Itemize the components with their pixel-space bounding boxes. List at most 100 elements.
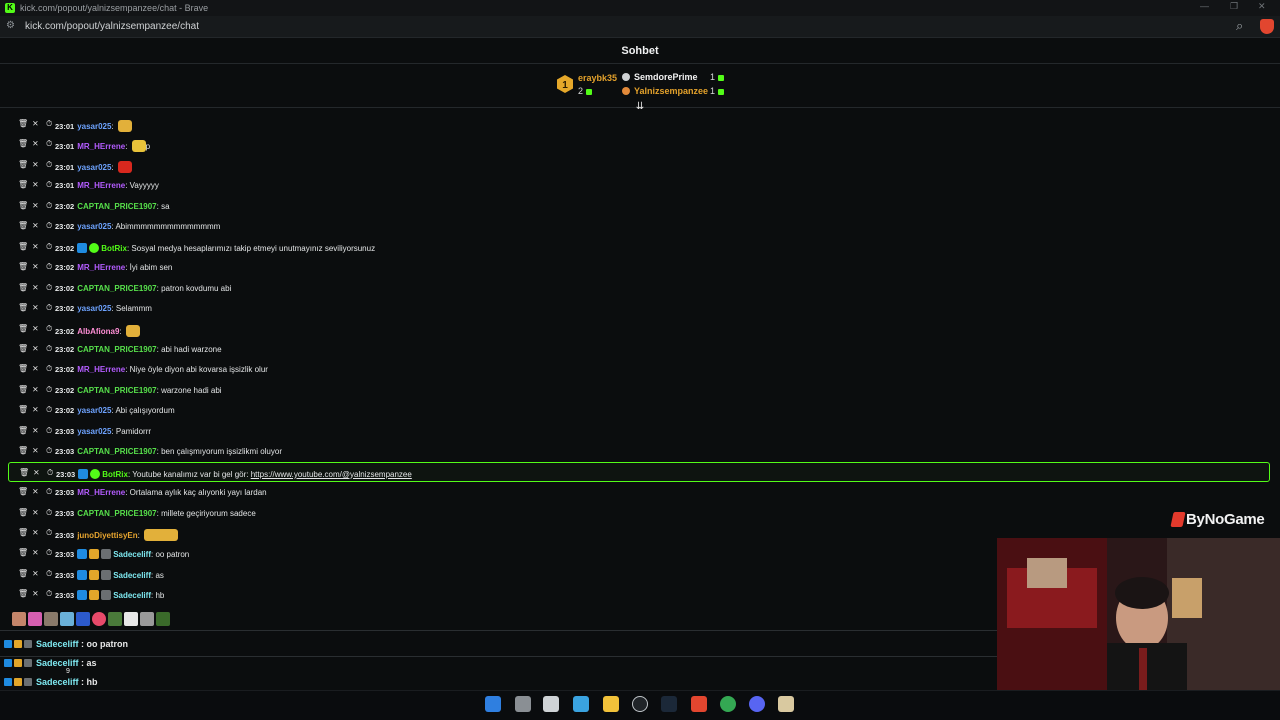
timeout-icon[interactable]: ⏱ xyxy=(46,324,52,334)
leaderboard-row-2[interactable]: SemdorePrime xyxy=(622,72,698,82)
chat-message[interactable]: 🗑 ⨯ ⏱ 23:03 yasar025: Pamidorrr xyxy=(8,421,1270,441)
chat-message[interactable]: 🗑 ⨯ ⏱ 23:03 BotRix: Youtube kanalımız var bi… xyxy=(8,461,1270,482)
delete-icon[interactable]: 🗑 xyxy=(18,180,28,190)
message-username[interactable]: CAPTAN_PRICE1907 xyxy=(77,284,156,293)
ban-icon[interactable]: ⨯ xyxy=(32,221,39,231)
obs-icon[interactable] xyxy=(632,696,648,712)
delete-icon[interactable]: 🗑 xyxy=(18,201,28,211)
chat-message[interactable]: 🗑 ⨯ ⏱ 23:02 yasar025: Abimmmmmmmmmmmmmm xyxy=(8,216,1270,236)
ban-icon[interactable]: ⨯ xyxy=(32,446,39,456)
message-username[interactable]: Sadeceliff xyxy=(113,591,151,600)
delete-icon[interactable]: 🗑 xyxy=(19,468,29,478)
chat-message[interactable]: 🗑 ⨯ ⏱ 23:03 CAPTAN_PRICE1907: ben çalışmıyor… xyxy=(8,441,1270,461)
emote-icon[interactable] xyxy=(44,612,58,626)
delete-icon[interactable]: 🗑 xyxy=(18,283,28,293)
ban-icon[interactable]: ⨯ xyxy=(32,405,39,415)
timeout-icon[interactable]: ⏱ xyxy=(46,446,52,456)
minimize-icon[interactable]: — xyxy=(1200,1,1209,11)
message-username[interactable]: CAPTAN_PRICE1907 xyxy=(77,509,156,518)
ban-icon[interactable]: ⨯ xyxy=(32,385,39,395)
message-link[interactable]: https://www.youtube.com/@yalnizsempanzee xyxy=(251,470,412,479)
emote-icon[interactable] xyxy=(140,612,154,626)
windows-start-icon[interactable] xyxy=(485,696,501,712)
chat-message[interactable]: 🗑 ⨯ ⏱ 23:01 MR_HErrene: p xyxy=(8,134,1270,154)
timeout-icon[interactable]: ⏱ xyxy=(46,528,52,538)
timeout-icon[interactable]: ⏱ xyxy=(46,548,52,558)
delete-icon[interactable]: 🗑 xyxy=(18,487,28,497)
delete-icon[interactable]: 🗑 xyxy=(18,324,28,334)
brave-icon[interactable] xyxy=(691,696,707,712)
timeout-icon[interactable]: ⏱ xyxy=(46,426,52,436)
timeout-icon[interactable]: ⏱ xyxy=(46,119,52,129)
message-username[interactable]: yasar025 xyxy=(77,406,111,415)
delete-icon[interactable]: 🗑 xyxy=(18,508,28,518)
ban-icon[interactable]: ⨯ xyxy=(32,364,39,374)
message-username[interactable]: MR_HErrene xyxy=(77,263,125,272)
timeout-icon[interactable]: ⏱ xyxy=(46,364,52,374)
delete-icon[interactable]: 🗑 xyxy=(18,119,28,129)
delete-icon[interactable]: 🗑 xyxy=(18,364,28,374)
message-username[interactable]: BotRix xyxy=(101,244,127,253)
ban-icon[interactable]: ⨯ xyxy=(32,548,39,558)
message-username[interactable]: MR_HErrene xyxy=(77,142,125,151)
url-text[interactable]: kick.com/popout/yalnizsempanzee/chat xyxy=(25,21,199,32)
message-username[interactable]: yasar025 xyxy=(77,122,111,131)
ban-icon[interactable]: ⨯ xyxy=(32,303,39,313)
app-icon[interactable] xyxy=(543,696,559,712)
message-username[interactable]: BotRix xyxy=(102,470,128,479)
ban-icon[interactable]: ⨯ xyxy=(32,262,39,272)
timeout-icon[interactable]: ⏱ xyxy=(46,405,52,415)
ban-icon[interactable]: ⨯ xyxy=(32,344,39,354)
chat-message[interactable]: 🗑 ⨯ ⏱ 23:03 CAPTAN_PRICE1907: millete geçiri… xyxy=(8,503,1270,523)
delete-icon[interactable]: 🗑 xyxy=(18,160,28,170)
ban-icon[interactable]: ⨯ xyxy=(32,569,39,579)
task-view-icon[interactable] xyxy=(515,696,531,712)
message-username[interactable]: CAPTAN_PRICE1907 xyxy=(77,345,156,354)
file-explorer-icon[interactable] xyxy=(603,696,619,712)
app-icon[interactable] xyxy=(778,696,794,712)
chat-message[interactable]: 🗑 ⨯ ⏱ 23:02 CAPTAN_PRICE1907: warzone hadi a… xyxy=(8,380,1270,400)
message-username[interactable]: yasar025 xyxy=(77,304,111,313)
timeout-icon[interactable]: ⏱ xyxy=(46,221,52,231)
search-icon[interactable]: ⌕ xyxy=(1236,18,1243,34)
delete-icon[interactable]: 🗑 xyxy=(18,426,28,436)
timeout-icon[interactable]: ⏱ xyxy=(47,468,53,478)
delete-icon[interactable]: 🗑 xyxy=(18,221,28,231)
delete-icon[interactable]: 🗑 xyxy=(18,405,28,415)
delete-icon[interactable]: 🗑 xyxy=(18,262,28,272)
discord-icon[interactable] xyxy=(749,696,765,712)
ban-icon[interactable]: ⨯ xyxy=(32,283,39,293)
emote-icon[interactable] xyxy=(76,612,90,626)
chat-message[interactable]: 🗑 ⨯ ⏱ 23:01 yasar025: xyxy=(8,114,1270,134)
delete-icon[interactable]: 🗑 xyxy=(18,569,28,579)
timeout-icon[interactable]: ⏱ xyxy=(46,180,52,190)
timeout-icon[interactable]: ⏱ xyxy=(46,242,52,252)
ban-icon[interactable]: ⨯ xyxy=(32,487,39,497)
leaderboard-row-3[interactable]: Yalnizsempanzee xyxy=(622,86,708,96)
ban-icon[interactable]: ⨯ xyxy=(32,242,39,252)
chat-message[interactable]: 🗑 ⨯ ⏱ 23:03 MR_HErrene: Ortalama aylık kaç a… xyxy=(8,482,1270,502)
delete-icon[interactable]: 🗑 xyxy=(18,385,28,395)
chat-message[interactable]: 🗑 ⨯ ⏱ 23:02 yasar025: Abi çalışıyordum xyxy=(8,400,1270,420)
ban-icon[interactable]: ⨯ xyxy=(32,160,39,170)
ban-icon[interactable]: ⨯ xyxy=(32,139,39,149)
emote-icon[interactable] xyxy=(92,612,106,626)
timeout-icon[interactable]: ⏱ xyxy=(46,201,52,211)
ban-icon[interactable]: ⨯ xyxy=(32,528,39,538)
message-username[interactable]: yasar025 xyxy=(77,163,111,172)
chat-message[interactable]: 🗑 ⨯ ⏱ 23:02 CAPTAN_PRICE1907: patron kovdumu… xyxy=(8,278,1270,298)
chat-message[interactable]: 🗑 ⨯ ⏱ 23:02 AlbAfiona9: xyxy=(8,319,1270,339)
emote-icon[interactable] xyxy=(12,612,26,626)
address-bar[interactable]: ⚙ kick.com/popout/yalnizsempanzee/chat ⌕ xyxy=(0,16,1280,38)
delete-icon[interactable]: 🗑 xyxy=(18,528,28,538)
delete-icon[interactable]: 🗑 xyxy=(18,303,28,313)
emote-icon[interactable] xyxy=(60,612,74,626)
delete-icon[interactable]: 🗑 xyxy=(18,548,28,558)
ban-icon[interactable]: ⨯ xyxy=(32,589,39,599)
timeout-icon[interactable]: ⏱ xyxy=(46,283,52,293)
message-username[interactable]: Sadeceliff xyxy=(113,571,151,580)
message-username[interactable]: junoDiyettisyEn xyxy=(77,531,137,540)
chrome-icon[interactable] xyxy=(720,696,736,712)
chat-message[interactable]: 🗑 ⨯ ⏱ 23:02 CAPTAN_PRICE1907: abi hadi warzo… xyxy=(8,339,1270,359)
delete-icon[interactable]: 🗑 xyxy=(18,344,28,354)
